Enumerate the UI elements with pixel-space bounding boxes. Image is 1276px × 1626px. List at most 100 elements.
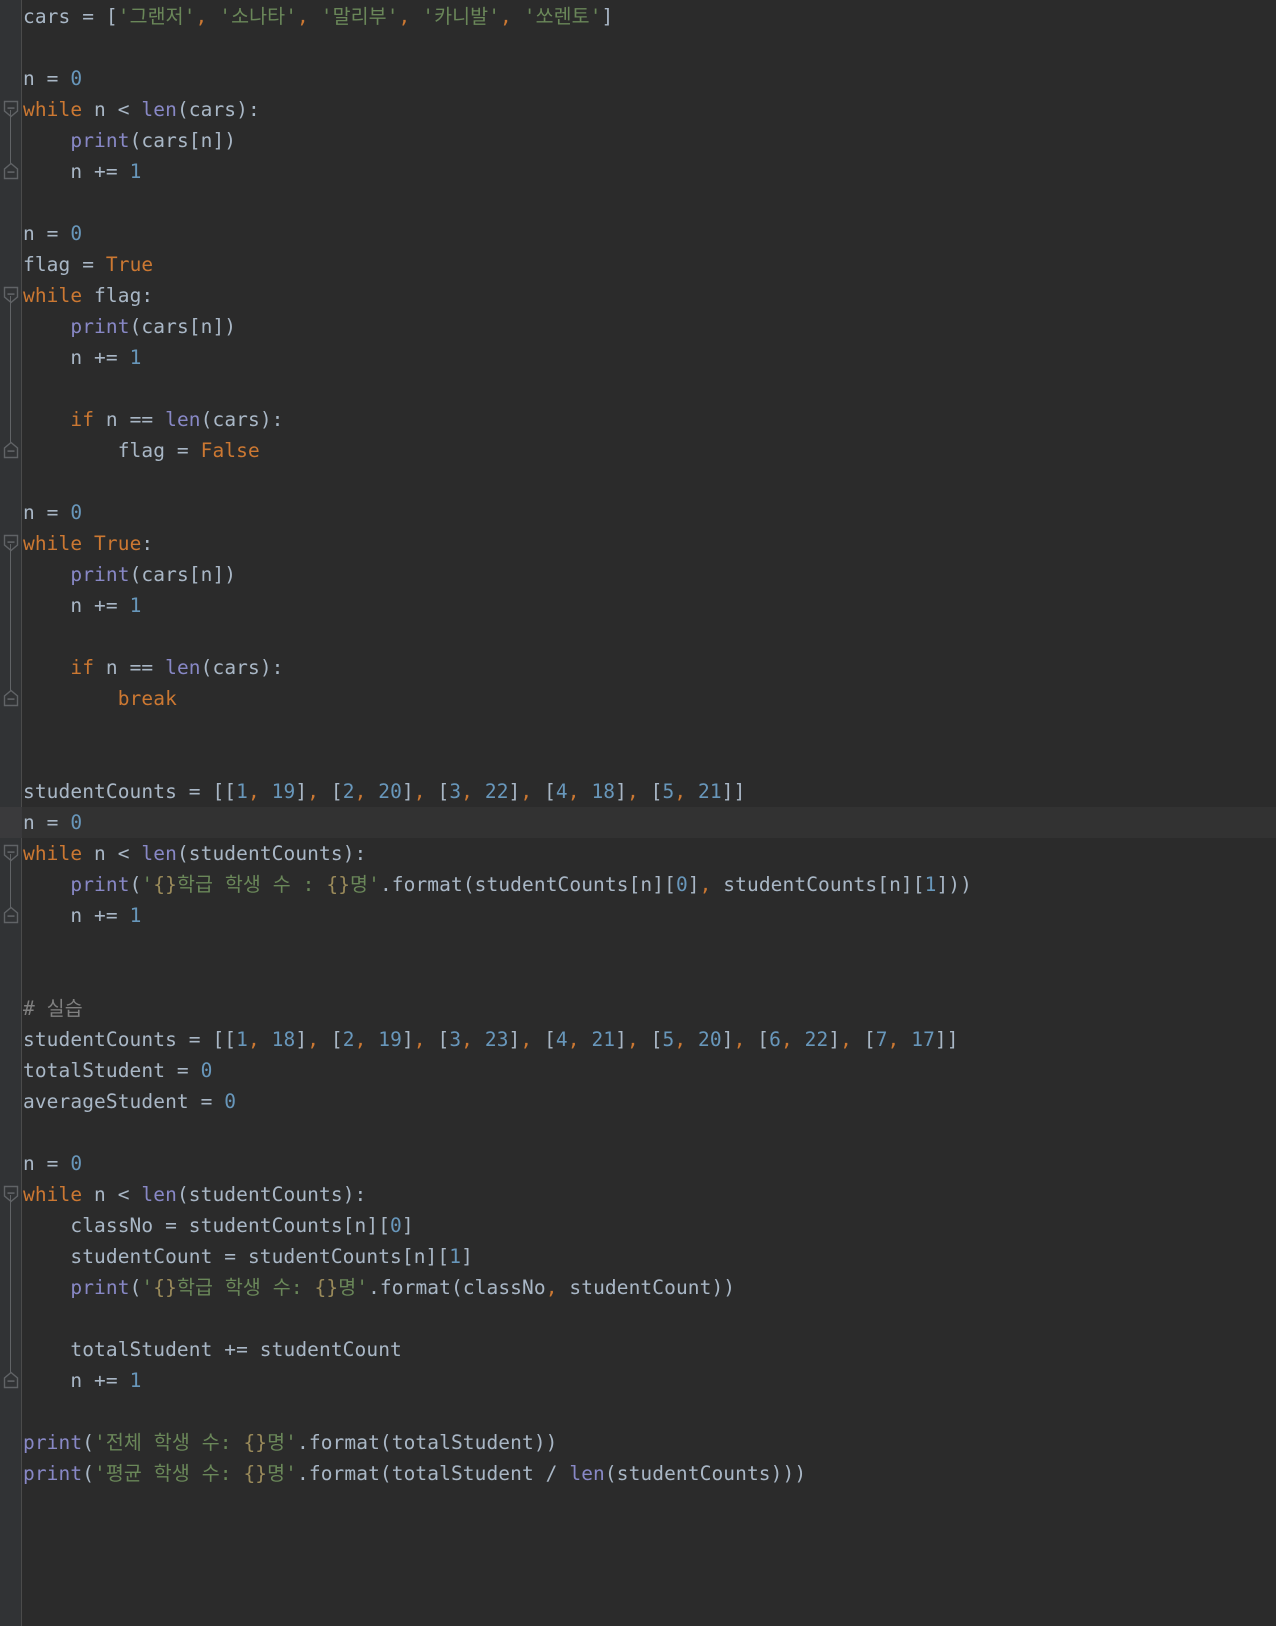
code-token-num: 0 <box>70 1152 83 1175</box>
code-line[interactable] <box>22 962 1276 993</box>
fold-collapse-icon[interactable] <box>3 1185 19 1203</box>
code-line[interactable]: print(cars[n]) <box>22 311 1276 342</box>
fold-collapse-icon[interactable] <box>3 286 19 304</box>
fold-region-end-icon[interactable] <box>3 689 19 707</box>
code-token-punct: [ <box>425 1028 450 1051</box>
code-line[interactable] <box>22 621 1276 652</box>
fold-collapse-icon[interactable] <box>3 844 19 862</box>
fold-region-end-icon[interactable] <box>3 906 19 924</box>
code-line[interactable]: flag = False <box>22 435 1276 466</box>
fold-region-end-icon[interactable] <box>3 1371 19 1389</box>
code-line[interactable]: while n < len(studentCounts): <box>22 1179 1276 1210</box>
code-line[interactable] <box>22 714 1276 745</box>
code-line[interactable]: n = 0 <box>22 218 1276 249</box>
fold-rail[interactable] <box>10 296 11 443</box>
code-token-comma: , <box>626 1028 639 1051</box>
code-line[interactable]: while n < len(cars): <box>22 94 1276 125</box>
code-text-area[interactable]: cars = ['그랜저', '소나타', '말리부', '카니발', '쏘렌토… <box>22 0 1276 1626</box>
code-line[interactable]: while flag: <box>22 280 1276 311</box>
code-token-num: 1 <box>236 1028 248 1051</box>
code-line[interactable] <box>22 1396 1276 1427</box>
code-token-fmt: {} <box>326 873 351 896</box>
fold-region-end-icon[interactable] <box>3 162 19 180</box>
fold-rail[interactable] <box>10 544 11 691</box>
code-line[interactable]: n = 0 <box>22 1148 1276 1179</box>
code-token-comma: , <box>674 1028 687 1051</box>
code-token-plain: n = <box>23 222 71 245</box>
code-line[interactable]: n += 1 <box>22 156 1276 187</box>
code-token-punct: ]] <box>934 1028 959 1051</box>
code-line[interactable]: while True: <box>22 528 1276 559</box>
code-line[interactable]: print('{}학급 학생 수 : {}명'.format(studentCo… <box>22 869 1276 900</box>
code-line[interactable] <box>22 1117 1276 1148</box>
code-line[interactable]: # 실습 <box>22 993 1276 1024</box>
code-token-comma: , <box>699 873 712 896</box>
code-token-kw: while <box>23 98 83 121</box>
code-line[interactable]: n += 1 <box>22 342 1276 373</box>
fold-collapse-icon[interactable] <box>3 534 19 552</box>
code-line[interactable]: n += 1 <box>22 900 1276 931</box>
code-token-num: 3 <box>449 780 462 803</box>
code-line[interactable]: studentCounts = [[1, 19], [2, 20], [3, 2… <box>22 776 1276 807</box>
fold-rail[interactable] <box>10 1195 11 1373</box>
code-token-plain: studentCounts = <box>23 780 213 803</box>
code-line[interactable]: n = 0 <box>22 63 1276 94</box>
code-line[interactable] <box>22 1303 1276 1334</box>
code-token-num: 6 <box>769 1028 781 1051</box>
code-line[interactable]: totalStudent += studentCount <box>22 1334 1276 1365</box>
code-token-plain: = <box>82 5 106 28</box>
code-line[interactable] <box>22 1520 1276 1551</box>
fold-rail[interactable] <box>10 110 11 164</box>
code-line[interactable] <box>22 1582 1276 1613</box>
fold-region-end-icon[interactable] <box>3 441 19 459</box>
code-line[interactable]: cars = ['그랜저', '소나타', '말리부', '카니발', '쏘렌토… <box>22 1 1276 32</box>
code-line[interactable]: n += 1 <box>22 1365 1276 1396</box>
code-token-plain: : <box>141 532 154 555</box>
code-token-num: 0 <box>70 811 83 834</box>
code-line[interactable]: print('전체 학생 수: {}명'.format(totalStudent… <box>22 1427 1276 1458</box>
code-line[interactable]: n = 0 <box>22 497 1276 528</box>
code-line[interactable]: print(cars[n]) <box>22 559 1276 590</box>
fold-collapse-icon[interactable] <box>3 100 19 118</box>
code-line[interactable]: studentCount = studentCounts[n][1] <box>22 1241 1276 1272</box>
code-line[interactable]: if n == len(cars): <box>22 652 1276 683</box>
code-token-punct: [ <box>105 5 118 28</box>
code-line[interactable] <box>22 931 1276 962</box>
code-line[interactable] <box>22 466 1276 497</box>
code-token-kw: while <box>23 532 83 555</box>
code-line[interactable]: break <box>22 683 1276 714</box>
code-line[interactable] <box>22 1489 1276 1520</box>
code-line[interactable]: print('{}학급 학생 수: {}명'.format(classNo, s… <box>22 1272 1276 1303</box>
code-token-plain: (cars[n]) <box>129 315 237 338</box>
code-line[interactable]: while n < len(studentCounts): <box>22 838 1276 869</box>
code-line[interactable]: n = 0 <box>22 807 1276 838</box>
code-token-num: 1 <box>129 1369 142 1392</box>
code-line[interactable]: totalStudent = 0 <box>22 1055 1276 1086</box>
code-line[interactable] <box>22 1551 1276 1582</box>
code-line[interactable]: print('평균 학생 수: {}명'.format(totalStudent… <box>22 1458 1276 1489</box>
code-line[interactable]: studentCounts = [[1, 18], [2, 19], [3, 2… <box>22 1024 1276 1055</box>
code-token-num: 21 <box>591 1028 616 1051</box>
code-editor[interactable]: cars = ['그랜저', '소나타', '말리부', '카니발', '쏘렌토… <box>0 0 1276 1626</box>
code-token-punct: [ <box>852 1028 876 1051</box>
code-token-comma: , <box>354 1028 367 1051</box>
code-line[interactable]: if n == len(cars): <box>22 404 1276 435</box>
code-token-comma: , <box>674 780 687 803</box>
code-line[interactable]: n += 1 <box>22 590 1276 621</box>
code-line[interactable]: flag = True <box>22 249 1276 280</box>
code-token-plain: .format(classNo <box>368 1276 546 1299</box>
code-line[interactable]: print(cars[n]) <box>22 125 1276 156</box>
code-line[interactable]: classNo = studentCounts[n][0] <box>22 1210 1276 1241</box>
code-line[interactable] <box>22 745 1276 776</box>
fold-rail[interactable] <box>10 854 11 908</box>
code-line[interactable] <box>22 32 1276 63</box>
code-line[interactable] <box>22 373 1276 404</box>
code-token-punct: ] <box>508 1028 521 1051</box>
code-token-num: 22 <box>804 1028 829 1051</box>
code-line[interactable]: averageStudent = 0 <box>22 1086 1276 1117</box>
code-line[interactable] <box>22 187 1276 218</box>
